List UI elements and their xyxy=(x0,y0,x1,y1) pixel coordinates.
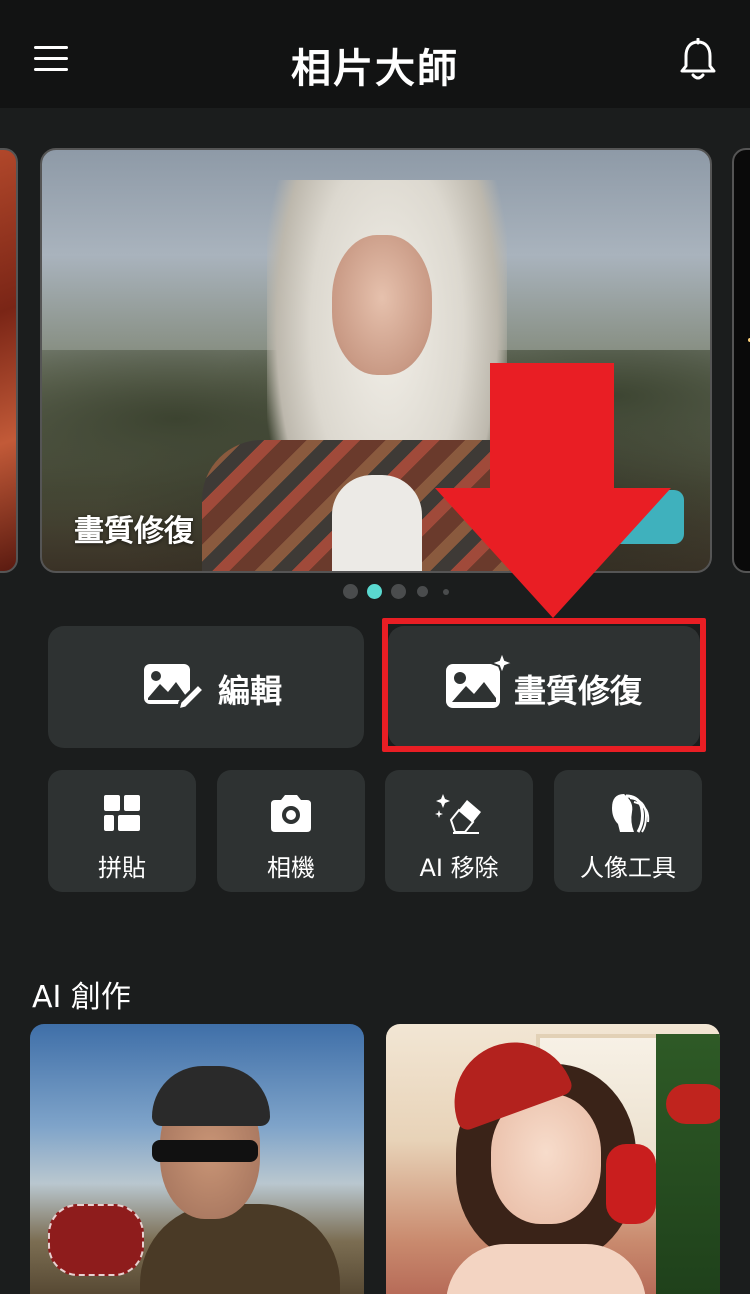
ribbon-bow xyxy=(666,1084,720,1124)
collage-icon xyxy=(104,795,140,831)
page-dot[interactable] xyxy=(343,584,358,599)
edit-button[interactable]: 編輯 xyxy=(48,626,364,748)
tool-label: AI 移除 xyxy=(419,854,499,882)
app-header: 相片大師 xyxy=(0,0,750,108)
portrait-hair-icon xyxy=(612,794,650,833)
tool-portrait[interactable]: 人像工具 xyxy=(554,770,702,892)
page-dot[interactable] xyxy=(417,586,428,597)
tool-ai-remove[interactable]: AI 移除 xyxy=(385,770,533,892)
portrait-shirt xyxy=(332,475,422,571)
tool-collage[interactable]: 拼貼 xyxy=(48,770,196,892)
carousel-card-previous[interactable] xyxy=(0,148,18,573)
bell-icon[interactable] xyxy=(678,38,718,82)
tool-label: 相機 xyxy=(267,854,315,882)
portrait-face xyxy=(332,235,432,375)
tool-label: 人像工具 xyxy=(580,854,676,882)
page-dot[interactable] xyxy=(391,584,406,599)
page-dot-active[interactable] xyxy=(367,584,382,599)
ai-creation-card[interactable] xyxy=(30,1024,364,1294)
carousel-card-label: 畫質修復 xyxy=(74,514,194,549)
camera-icon xyxy=(271,795,311,832)
christmas-tree xyxy=(656,1034,720,1294)
subject-jacket xyxy=(140,1204,340,1294)
ai-creation-card[interactable] xyxy=(386,1024,720,1294)
eraser-sparkle-icon xyxy=(435,794,481,834)
app-title: 相片大師 xyxy=(291,46,459,92)
annotation-arrow-icon xyxy=(435,488,671,618)
red-glove xyxy=(606,1144,656,1224)
annotation-highlight-box xyxy=(382,618,706,752)
edit-button-label: 編輯 xyxy=(218,672,283,710)
tool-camera[interactable]: 相機 xyxy=(217,770,365,892)
subject-sunglasses xyxy=(152,1140,258,1162)
carousel-card-next[interactable] xyxy=(732,148,750,573)
subject-beanie xyxy=(152,1066,270,1126)
subject-shoulders xyxy=(446,1244,646,1294)
image-edit-icon xyxy=(144,664,206,713)
annotation-arrow-shaft xyxy=(490,363,614,491)
selection-object xyxy=(48,1204,144,1276)
tool-label: 拼貼 xyxy=(98,854,146,882)
section-title-ai: AI 創作 xyxy=(32,980,131,1015)
